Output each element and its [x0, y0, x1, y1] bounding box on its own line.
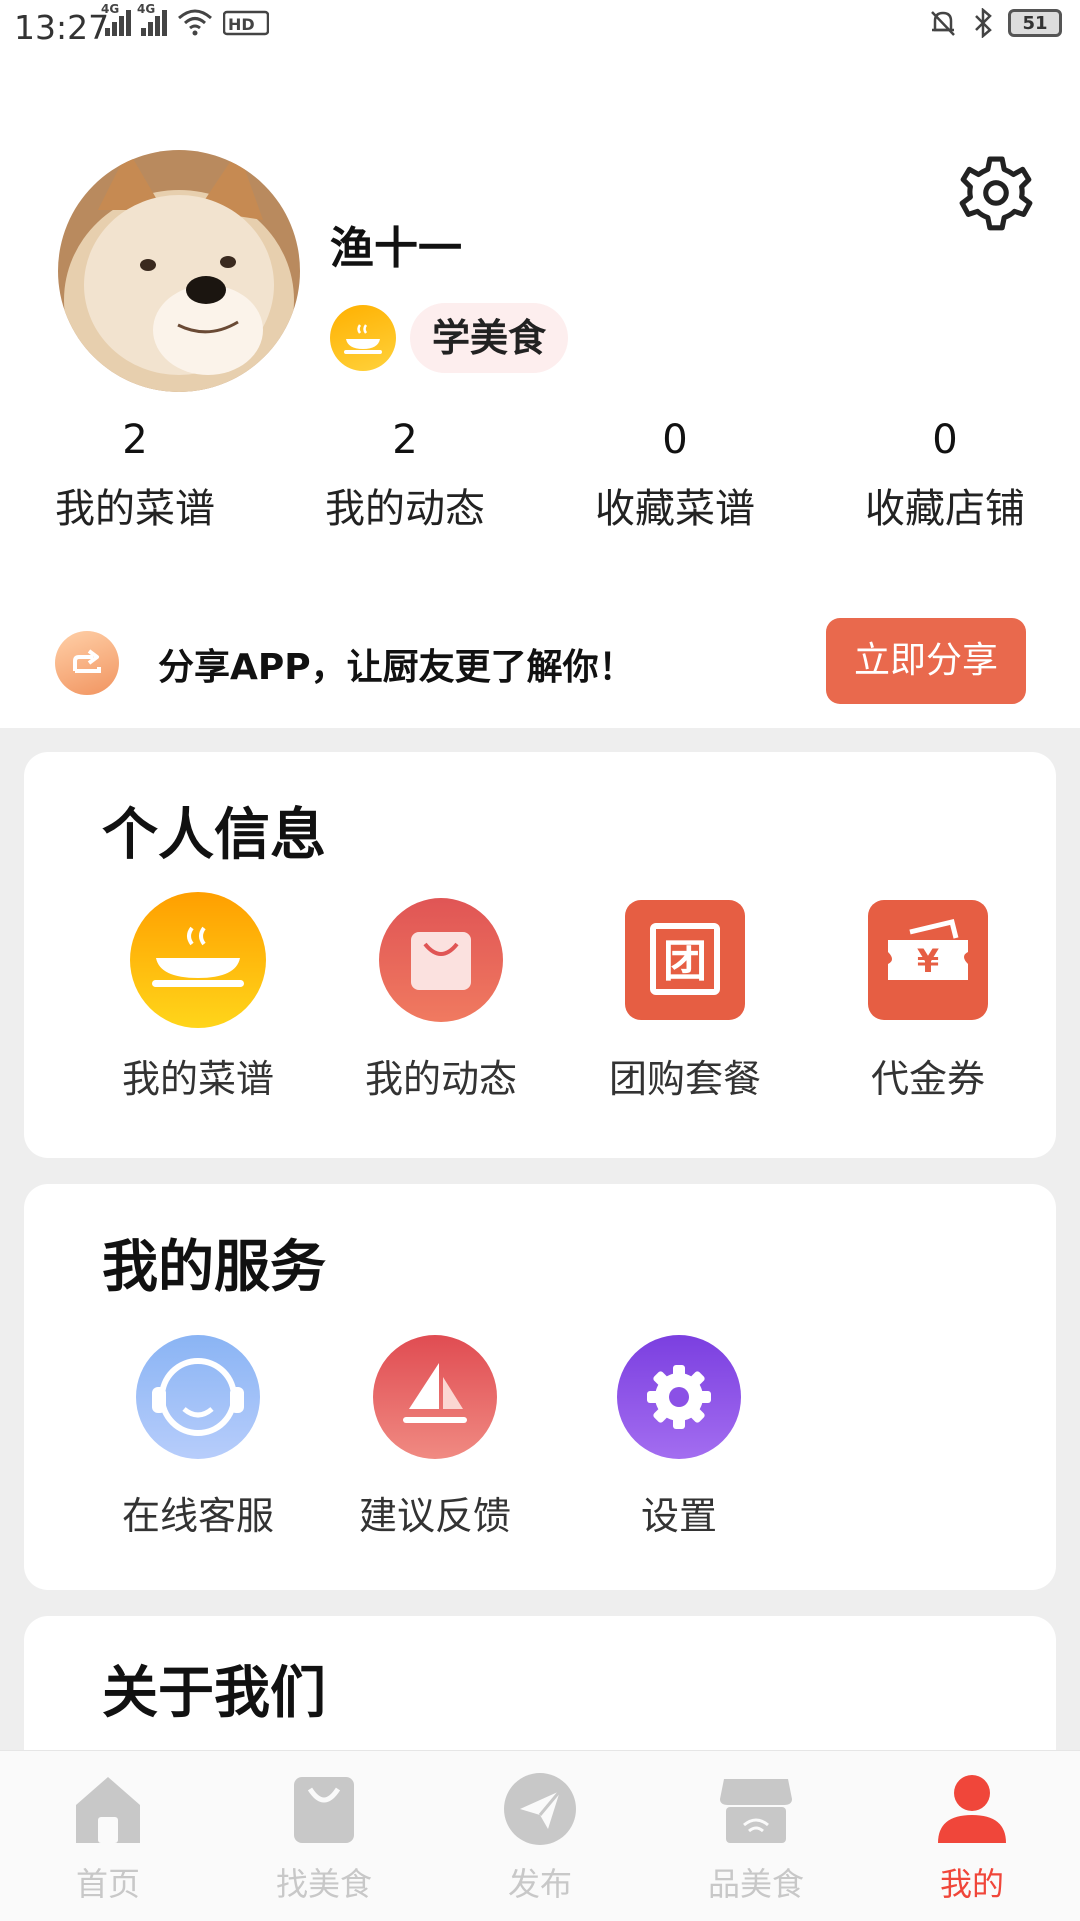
menu-item-customer-service[interactable]: 在线客服 [98, 1329, 298, 1540]
bottom-tab-bar: 首页 找美食 发布 品美食 我的 [0, 1750, 1080, 1921]
tab-label: 找美食 [275, 1865, 372, 1903]
stat-value: 2 [122, 417, 148, 463]
tab-label: 我的 [939, 1865, 1004, 1903]
username: 渔十一 [330, 223, 462, 274]
menu-item-label: 我的菜谱 [121, 1057, 274, 1101]
menu-item-feedback[interactable]: 建议反馈 [335, 1329, 535, 1540]
menu-item-label: 设置 [640, 1494, 717, 1538]
stats-row: 2 我的菜谱 2 我的动态 0 收藏菜谱 0 收藏店铺 [0, 410, 1080, 534]
tab-taste-food[interactable]: 品美食 [686, 1769, 826, 1905]
stat-label: 我的菜谱 [55, 486, 215, 532]
home-icon [76, 1777, 140, 1843]
share-now-button[interactable]: 立即分享 [826, 618, 1026, 704]
card-title: 个人信息 [102, 803, 326, 868]
personal-info-card: 个人信息 我的菜谱 我的动态 团 团购套餐 ¥ 代金券 [24, 752, 1056, 1158]
svg-text:¥: ¥ [917, 942, 939, 980]
tab-label: 首页 [75, 1865, 140, 1903]
status-left-icons: 4G 4G HD [101, 2, 269, 36]
svg-text:HD: HD [228, 15, 255, 34]
group-buy-icon: 团 [617, 892, 753, 1028]
feedback-icon [367, 1329, 503, 1465]
menu-item-label: 我的动态 [364, 1057, 517, 1101]
menu-item-my-posts[interactable]: 我的动态 [341, 892, 541, 1103]
status-bar: 13:27 4G 4G HD 51 [0, 0, 1080, 56]
share-text: 分享APP，让厨友更了解你！ [158, 647, 635, 688]
stat-saved-stores[interactable]: 0 收藏店铺 [810, 410, 1080, 534]
battery-icon: 51 [1008, 9, 1062, 37]
tab-label: 品美食 [707, 1865, 804, 1903]
stat-label: 我的动态 [325, 486, 485, 532]
user-icon [938, 1775, 1006, 1843]
tab-publish[interactable]: 发布 [470, 1769, 610, 1905]
menu-item-label: 代金券 [870, 1057, 985, 1101]
menu-item-my-recipes[interactable]: 我的菜谱 [98, 892, 298, 1103]
menu-item-label: 团购套餐 [608, 1057, 761, 1101]
stat-saved-recipes[interactable]: 0 收藏菜谱 [540, 410, 810, 534]
menu-item-group-buy[interactable]: 团 团购套餐 [585, 892, 785, 1103]
menu-item-label: 在线客服 [121, 1494, 274, 1538]
menu-item-settings[interactable]: 设置 [579, 1329, 779, 1540]
stat-my-recipes[interactable]: 2 我的菜谱 [0, 410, 270, 534]
cellular-signal-icon: 4G [137, 2, 167, 36]
bowl-badge-icon [330, 305, 396, 371]
tab-home[interactable]: 首页 [38, 1769, 178, 1905]
tab-find-food[interactable]: 找美食 [254, 1769, 394, 1905]
hd-icon: HD [223, 10, 269, 36]
card-title: 关于我们 [102, 1661, 326, 1726]
bowl-icon [130, 892, 266, 1028]
voucher-icon: ¥ [860, 892, 996, 1028]
status-right-icons: 51 [928, 8, 1062, 38]
wifi-icon [178, 9, 212, 36]
svg-text:团: 团 [663, 936, 707, 987]
bluetooth-icon [975, 8, 992, 38]
share-icon [55, 631, 119, 695]
menu-item-label: 建议反馈 [358, 1494, 511, 1538]
paper-plane-icon [504, 1773, 576, 1845]
stat-my-posts[interactable]: 2 我的动态 [270, 410, 540, 534]
avatar[interactable] [58, 150, 300, 392]
store-icon [720, 1779, 792, 1843]
network-type-label: 4G [101, 2, 120, 16]
bag-icon [373, 892, 509, 1028]
share-banner: 分享APP，让厨友更了解你！ 立即分享 [0, 618, 1080, 722]
gear-icon [611, 1329, 747, 1465]
network-type-label: 4G [137, 2, 156, 16]
cellular-signal-icon: 4G [101, 2, 131, 36]
level-badge: 学美食 [410, 303, 569, 373]
tab-label: 发布 [507, 1865, 572, 1903]
stat-value: 2 [392, 417, 418, 463]
headset-icon [130, 1329, 266, 1465]
services-card: 我的服务 在线客服 建议反馈 设置 [24, 1184, 1056, 1590]
bell-muted-icon [931, 11, 955, 36]
shopping-bag-icon [294, 1777, 354, 1843]
stat-value: 0 [932, 417, 958, 463]
stat-label: 收藏店铺 [865, 486, 1025, 532]
stat-value: 0 [662, 417, 688, 463]
settings-gear-icon[interactable] [955, 155, 1037, 237]
tab-mine[interactable]: 我的 [902, 1769, 1042, 1905]
card-title: 我的服务 [102, 1235, 326, 1300]
stat-label: 收藏菜谱 [595, 486, 755, 532]
status-time: 13:27 [14, 8, 110, 47]
menu-item-voucher[interactable]: ¥ 代金券 [828, 892, 1028, 1103]
